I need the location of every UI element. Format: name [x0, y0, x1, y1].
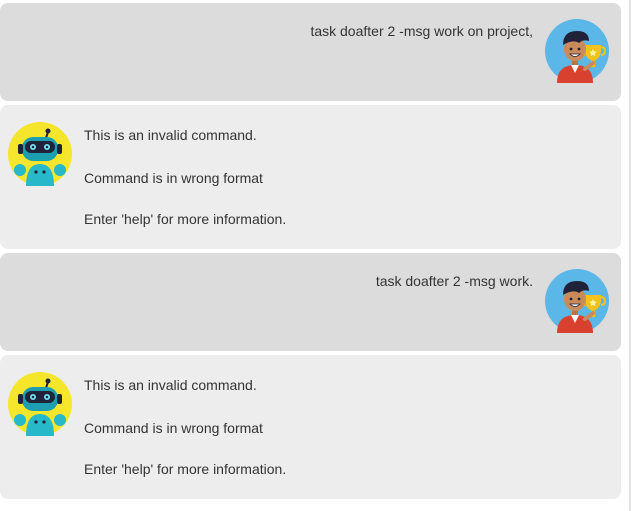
- bot-message-line: This is an invalid command.: [84, 377, 257, 393]
- robot-avatar-icon: [8, 122, 72, 186]
- user-message: task doafter 2 -msg work.: [0, 253, 621, 351]
- bot-message-line: Command is in wrong format: [84, 170, 263, 186]
- robot-avatar-icon: [8, 372, 72, 436]
- user-message-text: task doafter 2 -msg work on project,: [310, 23, 533, 39]
- user-message-text: task doafter 2 -msg work.: [375, 273, 533, 289]
- bot-message-line: Enter 'help' for more information.: [84, 211, 287, 227]
- bot-message: This is an invalid command. Command is i…: [0, 105, 621, 249]
- user-avatar-icon: [545, 19, 609, 83]
- user-message: task doafter 2 -msg work on project,: [0, 3, 621, 101]
- bot-message-line: This is an invalid command.: [84, 127, 257, 143]
- user-avatar-icon: [545, 269, 609, 333]
- bot-message: This is an invalid command. Command is i…: [0, 355, 621, 499]
- chat-history: task doafter 2 -msg work on project, Thi…: [0, 0, 631, 511]
- bot-message-line: Command is in wrong format: [84, 420, 263, 436]
- bot-message-line: Enter 'help' for more information.: [84, 461, 287, 477]
